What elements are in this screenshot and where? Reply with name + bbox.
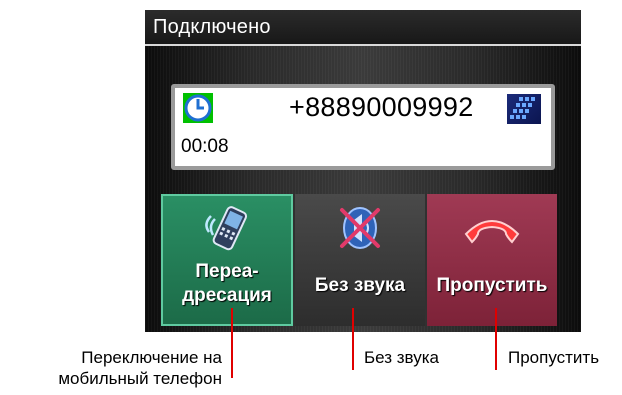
title-bar: Подключено (145, 10, 581, 46)
forward-callout-line2: мобильный телефон (58, 369, 222, 388)
device-screen: Подключено +88890009992 00:08 Переа- дре… (145, 10, 581, 332)
forward-label-line1: Переа- (195, 261, 259, 282)
mobile-phone-icon (199, 202, 255, 263)
phone-number: +88890009992 (289, 92, 474, 122)
mute-callout-line (352, 308, 354, 370)
mute-callout-text: Без звука (364, 348, 439, 367)
keypad-icon (507, 94, 541, 124)
reject-callout-line (495, 308, 497, 370)
speaker-muted-icon (332, 200, 388, 261)
status-title: Подключено (153, 16, 271, 38)
forward-callout-text: Переключение на мобильный телефон (20, 347, 222, 389)
mute-button[interactable]: Без звука (295, 194, 425, 326)
forward-callout-line (231, 308, 233, 378)
clock-icon (183, 93, 213, 123)
forward-button-label: Переа- дресация (163, 260, 291, 308)
forward-label-line2: дресация (182, 285, 272, 306)
reject-callout-text: Пропустить (508, 348, 600, 367)
mute-button-label: Без звука (314, 275, 406, 296)
forward-callout-line1: Переключение на (81, 348, 222, 367)
forward-call-button[interactable]: Переа- дресация (161, 194, 293, 326)
reject-button-label: Пропустить (436, 275, 548, 296)
call-duration: 00:08 (181, 136, 229, 157)
page: Подключено +88890009992 00:08 Переа- дре… (0, 0, 622, 395)
call-info-panel: +88890009992 00:08 (171, 84, 555, 170)
hang-up-icon (460, 200, 524, 261)
reject-call-button[interactable]: Пропустить (427, 194, 557, 326)
